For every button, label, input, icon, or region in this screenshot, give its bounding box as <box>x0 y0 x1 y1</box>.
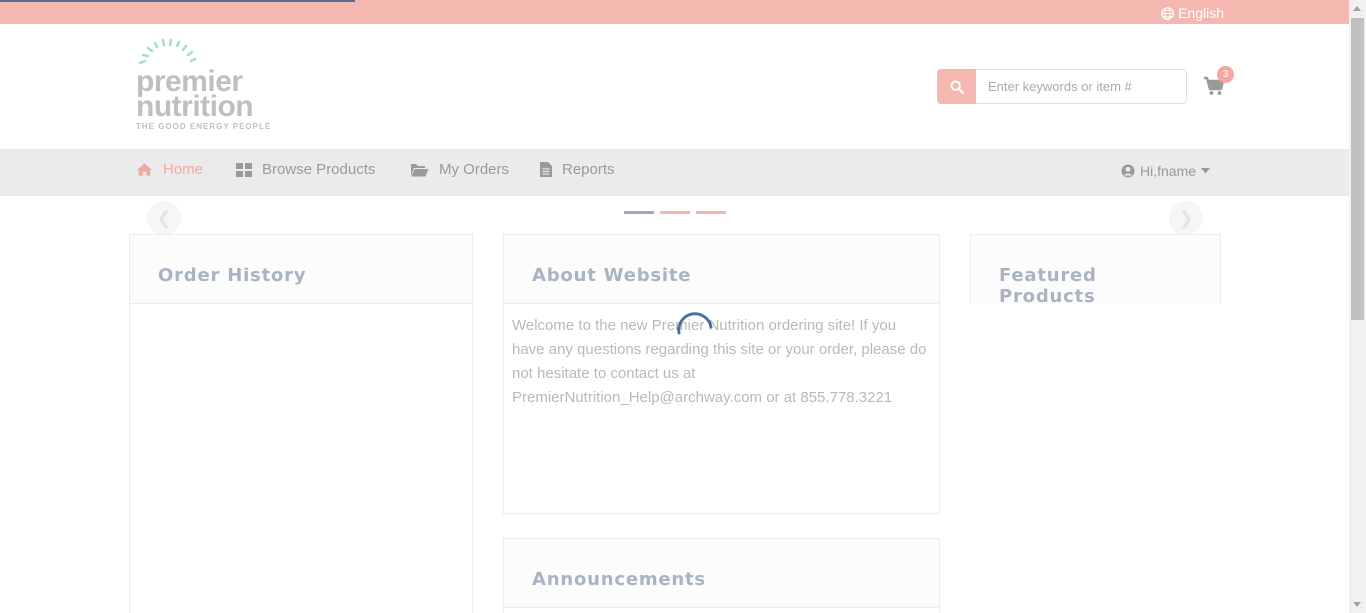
scroll-up-arrow-icon[interactable] <box>1353 6 1361 11</box>
logo-word-nutrition: nutrition <box>136 90 254 123</box>
about-website-panel: About Website Welcome to the new Premier… <box>503 234 940 514</box>
nav-item-browse-products[interactable]: Browse Products <box>236 161 375 178</box>
cart-button[interactable]: 3 <box>1203 66 1234 98</box>
nav-label-home: Home <box>163 161 204 178</box>
about-website-text: Welcome to the new Premier Nutrition ord… <box>512 317 927 406</box>
carousel-indicator-2[interactable] <box>660 211 690 214</box>
search-icon <box>950 80 964 94</box>
user-circle-icon <box>1121 164 1135 178</box>
loading-spinner-icon <box>677 312 713 335</box>
carousel-indicator-1[interactable] <box>624 211 654 214</box>
user-greeting: Hi,fname <box>1140 163 1197 179</box>
vertical-scrollbar[interactable] <box>1349 0 1366 613</box>
nav-item-my-orders[interactable]: My Orders <box>410 161 509 178</box>
cart-count-badge: 3 <box>1217 66 1234 83</box>
language-selector[interactable]: English <box>1161 5 1224 21</box>
grid-icon <box>236 162 252 177</box>
carousel-next-button[interactable]: ❯ <box>1169 201 1203 235</box>
featured-products-panel: Featured Products <box>970 234 1221 307</box>
search-bar <box>937 69 1187 104</box>
main-nav: Home Browse Products My Orders Reports H… <box>0 149 1349 196</box>
scrollbar-thumb[interactable] <box>1351 18 1364 320</box>
search-button[interactable] <box>937 69 976 104</box>
chevron-left-icon: ❮ <box>156 207 172 228</box>
featured-products-title: Featured Products <box>971 235 1220 307</box>
announcements-panel: Announcements <box>503 538 940 613</box>
nav-item-home[interactable]: Home <box>136 161 203 178</box>
header: premier nutrition THE GOOD ENERGY PEOPLE… <box>0 24 1349 149</box>
globe-icon <box>1161 6 1174 20</box>
home-icon <box>136 163 153 176</box>
chevron-right-icon: ❯ <box>1178 207 1194 228</box>
nav-label-browse-products: Browse Products <box>262 161 376 178</box>
order-history-title: Order History <box>130 235 472 304</box>
logo-sunburst-icon <box>138 38 197 65</box>
logo[interactable]: premier nutrition THE GOOD ENERGY PEOPLE <box>136 37 276 133</box>
page-load-progress <box>0 0 355 2</box>
language-label: English <box>1178 5 1224 21</box>
carousel-indicator-3[interactable] <box>696 211 726 214</box>
logo-tagline: THE GOOD ENERGY PEOPLE <box>136 122 272 131</box>
search-input[interactable] <box>976 69 1187 104</box>
folder-open-icon <box>411 163 429 176</box>
about-website-title: About Website <box>504 235 939 304</box>
nav-label-my-orders: My Orders <box>439 161 510 178</box>
announcements-title: Announcements <box>504 539 939 608</box>
caret-down-icon <box>1201 168 1211 174</box>
carousel-prev-button[interactable]: ❮ <box>147 201 181 235</box>
nav-item-reports[interactable]: Reports <box>540 161 615 178</box>
page: English premier nutrition THE GOOD ENERG… <box>0 0 1366 613</box>
scroll-down-arrow-icon[interactable] <box>1353 602 1361 607</box>
top-bar: English <box>0 0 1349 24</box>
user-menu[interactable]: Hi,fname <box>1121 163 1211 179</box>
order-history-panel: Order History <box>129 234 473 613</box>
nav-label-reports: Reports <box>562 161 615 178</box>
file-icon <box>540 162 552 177</box>
